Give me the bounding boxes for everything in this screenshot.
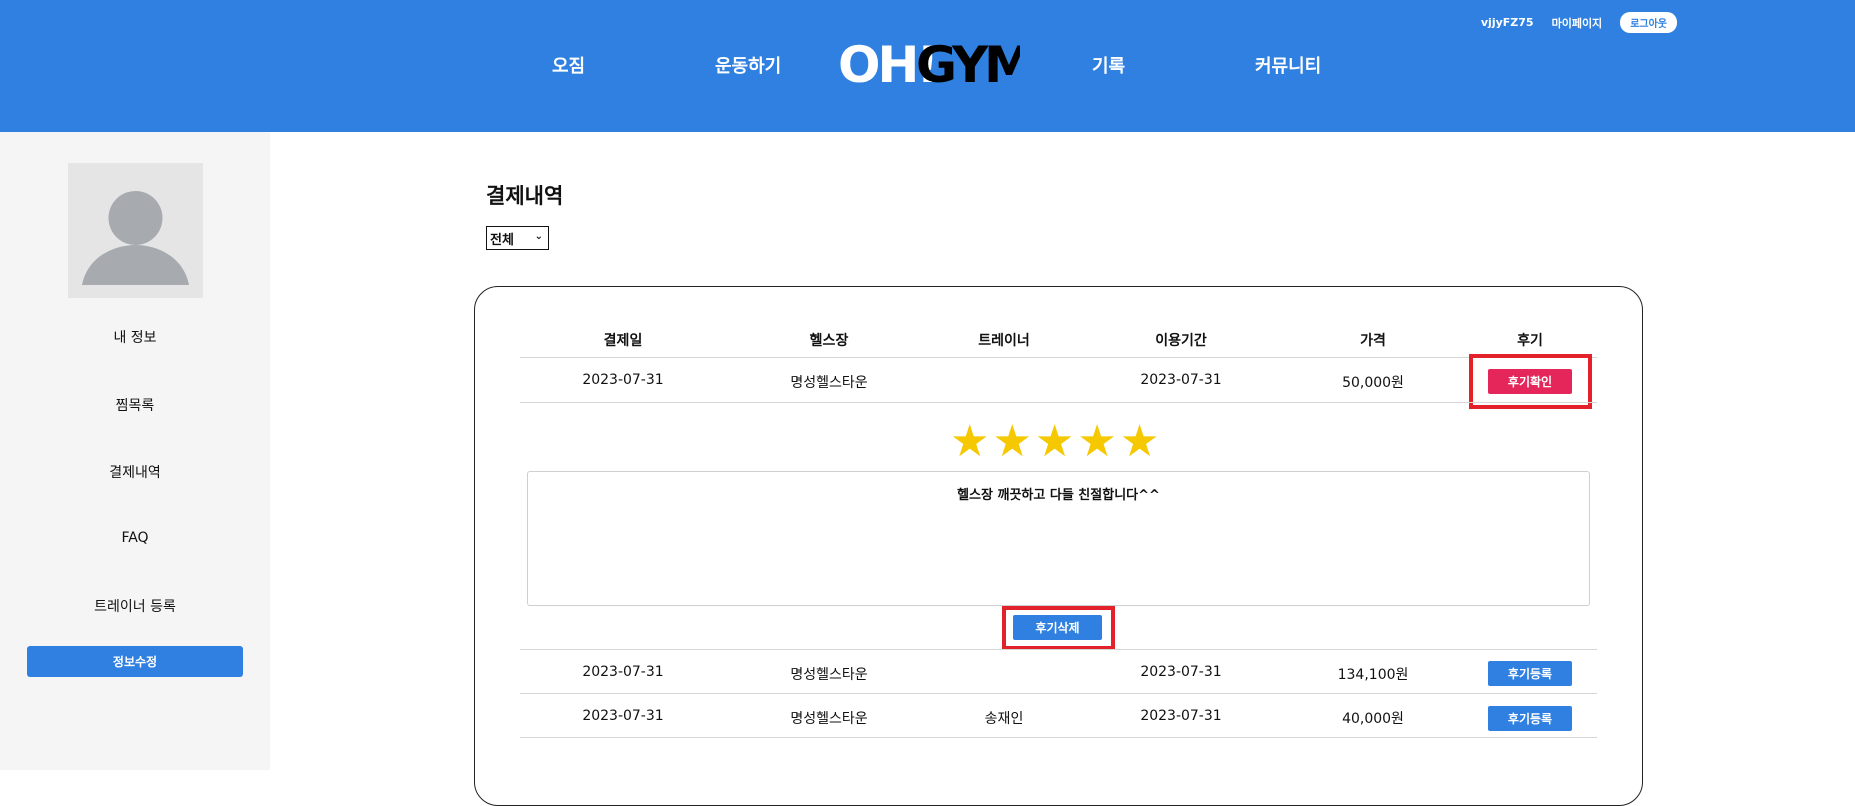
row3-trainer: 송재인 [984, 711, 1024, 727]
row2-price: 134,100원 [1337, 667, 1409, 683]
highlight-box [1002, 606, 1115, 650]
sidebar-item-wishlist[interactable]: 찜목록 [0, 395, 270, 415]
highlight-box [1469, 354, 1592, 409]
star-icon: ★ [1119, 416, 1160, 467]
rating-stars: ★ ★ ★ ★ ★ [950, 420, 1159, 464]
user-avatar-icon [82, 191, 189, 285]
divider [520, 737, 1597, 738]
column-header-period: 이용기간 [1155, 333, 1207, 349]
top-header: vjjyFZ75 마이페이지 로그아웃 오짐 운동하기 OH! GYM 기록 커… [0, 0, 1855, 132]
sidebar-item-faq[interactable]: FAQ [0, 530, 270, 546]
row1-price: 50,000원 [1342, 375, 1404, 391]
row1-period: 2023-07-31 [1140, 372, 1222, 388]
logout-button[interactable]: 로그아웃 [1620, 12, 1677, 33]
row3-price: 40,000원 [1342, 711, 1404, 727]
username-label: vjjyFZ75 [1480, 16, 1534, 29]
edit-info-button[interactable]: 정보수정 [27, 646, 243, 677]
sidebar-item-trainer-register[interactable]: 트레이너 등록 [0, 596, 270, 616]
mypage-link[interactable]: 마이페이지 [1552, 15, 1603, 31]
star-icon: ★ [1034, 416, 1075, 467]
payment-filter-select[interactable]: 전체 ⌄ [486, 226, 549, 250]
svg-text:GYM: GYM [916, 40, 1020, 90]
review-content-box: 헬스장 깨끗하고 다들 친절합니다^^ [527, 471, 1590, 606]
sidebar-item-payments[interactable]: 결제내역 [0, 462, 270, 482]
row2-gym: 명성헬스타운 [790, 667, 868, 683]
sidebar: 내 정보 찜목록 결제내역 FAQ 트레이너 등록 정보수정 [0, 132, 270, 770]
nav-item-workout[interactable]: 운동하기 [715, 52, 781, 78]
nav-item-ozim[interactable]: 오짐 [552, 52, 585, 78]
row2-period: 2023-07-31 [1140, 664, 1222, 680]
filter-value: 전체 [490, 232, 514, 248]
register-review-button[interactable]: 후기등록 [1488, 661, 1572, 686]
row3-period: 2023-07-31 [1140, 708, 1222, 724]
column-header-review: 후기 [1517, 333, 1543, 349]
row3-gym: 명성헬스타운 [790, 711, 868, 727]
column-header-price: 가격 [1360, 333, 1386, 349]
page-title: 결제내역 [486, 184, 564, 208]
star-icon: ★ [1077, 416, 1117, 467]
row2-date: 2023-07-31 [582, 664, 664, 680]
divider [520, 649, 1597, 650]
avatar [68, 163, 203, 298]
row3-date: 2023-07-31 [582, 708, 664, 724]
row1-gym: 명성헬스타운 [790, 375, 868, 391]
ohgym-logo[interactable]: OH! GYM [838, 40, 1020, 90]
sidebar-item-myinfo[interactable]: 내 정보 [0, 327, 270, 347]
column-header-gym: 헬스장 [809, 333, 849, 349]
nav-item-community[interactable]: 커뮤니티 [1255, 52, 1321, 78]
column-header-trainer: 트레이너 [978, 333, 1030, 349]
divider [520, 357, 1597, 358]
row1-date: 2023-07-31 [582, 372, 664, 388]
register-review-button[interactable]: 후기등록 [1488, 706, 1572, 731]
star-icon: ★ [950, 416, 990, 467]
divider [520, 693, 1597, 694]
column-header-date: 결제일 [603, 333, 643, 349]
star-icon: ★ [992, 416, 1032, 467]
chevron-down-icon: ⌄ [534, 231, 543, 242]
nav-item-records[interactable]: 기록 [1092, 52, 1125, 78]
divider [520, 402, 1597, 403]
review-text: 헬스장 깨끗하고 다들 친절합니다^^ [957, 488, 1160, 503]
user-bar: vjjyFZ75 마이페이지 로그아웃 [1481, 12, 1677, 33]
